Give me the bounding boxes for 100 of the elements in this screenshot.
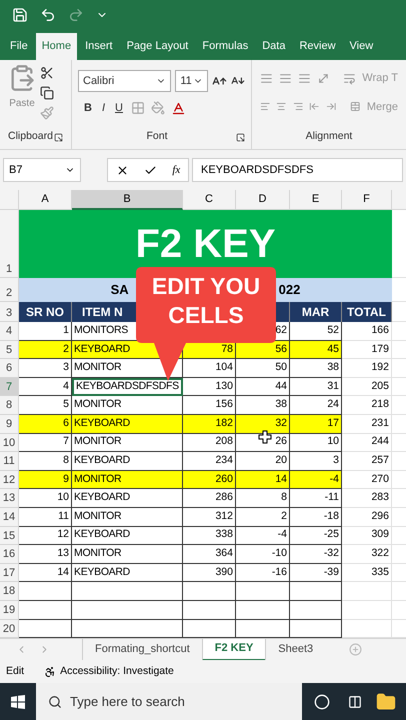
windows-logo-icon[interactable] [11, 694, 25, 709]
table-cell: 8 [19, 452, 72, 471]
status-mode: Edit [6, 664, 24, 679]
bottom-align-icon[interactable] [298, 72, 311, 85]
row-header[interactable]: 1 [0, 210, 19, 278]
ribbon-tab[interactable]: Formulas [196, 33, 254, 60]
table-cell: MONITOR [72, 508, 183, 527]
table-cell: 10 [290, 434, 342, 452]
row-header[interactable]: 6 [0, 359, 19, 378]
table-cell: -4 [290, 470, 342, 490]
table-cell: -18 [290, 508, 342, 527]
table-cell: 234 [183, 452, 236, 471]
table-cell [236, 600, 290, 620]
table-cell: 218 [342, 396, 392, 415]
merge-icon[interactable] [350, 100, 361, 114]
row-header[interactable]: 16 [0, 545, 19, 564]
ribbon-tab[interactable]: Data [256, 33, 292, 60]
table-cell: 4 [19, 378, 72, 396]
row-header[interactable]: 2 [0, 278, 19, 302]
table-cell: 13 [19, 545, 72, 564]
accessibility-icon[interactable] [44, 666, 56, 678]
group-label: Clipboard [8, 129, 53, 144]
top-align-icon[interactable] [260, 72, 273, 85]
font-name-field[interactable]: Calibri [78, 70, 172, 92]
bold-button[interactable]: B [82, 100, 94, 116]
row-header[interactable]: 14 [0, 508, 19, 527]
copy-icon[interactable] [40, 86, 54, 100]
row-header[interactable]: 8 [0, 396, 19, 415]
cancel-icon[interactable] [116, 164, 129, 176]
formula-field[interactable]: KEYBOARDSDFSDFS [192, 158, 403, 182]
row-header[interactable]: 7 [0, 378, 19, 396]
orientation-icon[interactable] [316, 72, 330, 85]
table-cell: MONITOR [72, 434, 183, 452]
ribbon-tab[interactable]: Review [293, 33, 342, 60]
table-cell: KEYBOARD [72, 526, 183, 546]
sheet-tab[interactable]: F2 KEY [202, 638, 266, 661]
row-header[interactable]: 10 [0, 434, 19, 452]
table-cell: MONITOR [72, 359, 183, 378]
search-input[interactable]: Type here to search [70, 692, 290, 712]
table-cell: 205 [342, 378, 392, 396]
row-header[interactable]: 15 [0, 526, 19, 546]
name-box[interactable]: B7 [3, 158, 81, 182]
table-cell: 38 [236, 396, 290, 415]
save-icon[interactable] [12, 7, 28, 23]
table-cell: 260 [183, 470, 236, 490]
row-header[interactable]: 5 [0, 340, 19, 360]
table-cell: MONITOR [72, 545, 183, 564]
table-cell: 9 [19, 470, 72, 490]
table-cell: 296 [342, 508, 392, 527]
middle-align-icon[interactable] [278, 72, 292, 85]
row-header[interactable]: 19 [0, 600, 19, 620]
group-label: Font [146, 129, 168, 144]
ribbon-tab[interactable]: Page Layout [120, 33, 194, 60]
ribbon-tab[interactable]: View [344, 33, 380, 60]
table-cell: 10 [19, 489, 72, 508]
table-cell: 12 [19, 526, 72, 546]
row-header[interactable]: 4 [0, 322, 19, 341]
dialog-launcher-icon[interactable] [236, 132, 245, 142]
insert-function-button[interactable]: fx [172, 162, 180, 178]
table-cell: 166 [342, 322, 392, 341]
row-header[interactable]: 11 [0, 452, 19, 471]
table-cell [290, 600, 342, 620]
table-cell: 192 [342, 359, 392, 378]
table-cell [236, 582, 290, 601]
subtitle-text: SA [110, 281, 129, 300]
fill-color-icon[interactable] [150, 101, 165, 116]
ribbon-tab[interactable]: Insert [79, 33, 119, 60]
table-cell: KEYBOARD [72, 489, 183, 508]
underline-button[interactable]: U [113, 100, 125, 116]
row-header[interactable]: 13 [0, 489, 19, 508]
font-size-field[interactable]: 11 [175, 70, 208, 92]
accessibility-status[interactable]: Accessibility: Investigate [60, 664, 174, 680]
table-cell: 322 [342, 545, 392, 564]
undo-icon[interactable] [40, 7, 56, 23]
table-cell: -16 [236, 564, 290, 582]
table-cell: 364 [183, 545, 236, 564]
search-icon[interactable] [48, 694, 62, 709]
wrap-text-icon[interactable] [343, 72, 356, 85]
cortana-icon[interactable] [314, 694, 330, 710]
cut-icon[interactable] [40, 66, 54, 80]
table-cell: -4 [236, 526, 290, 546]
enter-icon[interactable] [144, 164, 158, 176]
column-header[interactable]: B [72, 190, 183, 210]
table-cell: 8 [236, 489, 290, 508]
folder-icon[interactable] [376, 692, 396, 712]
ribbon-tab[interactable]: File [4, 33, 34, 60]
row-header[interactable]: 9 [0, 414, 19, 434]
taskbar-search-field[interactable]: Type here to search [36, 683, 302, 720]
italic-button[interactable]: I [100, 100, 108, 116]
dialog-launcher-icon[interactable] [54, 132, 63, 142]
table-cell: 2 [236, 508, 290, 527]
row-header[interactable]: 18 [0, 582, 19, 601]
ribbon-tab[interactable]: Home [36, 33, 78, 60]
row-header[interactable]: 17 [0, 564, 19, 582]
task-view-icon[interactable] [348, 694, 362, 709]
row-header[interactable]: 3 [0, 302, 19, 322]
row-header[interactable]: 20 [0, 620, 19, 638]
table-cell: 283 [342, 489, 392, 508]
row-header[interactable]: 12 [0, 470, 19, 490]
font-color-icon[interactable] [170, 100, 186, 116]
